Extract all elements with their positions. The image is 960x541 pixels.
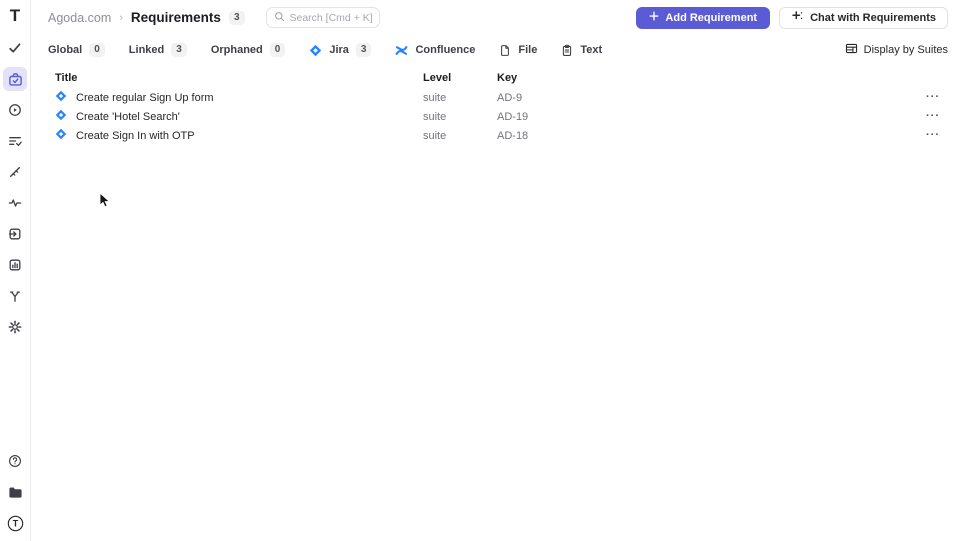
file-icon [499,44,511,57]
play-circle-icon [8,103,22,117]
plus-icon [649,11,659,24]
breadcrumb-separator: › [119,11,123,24]
sidebar-item-check[interactable] [3,36,27,60]
table-row[interactable]: Create Sign In with OTP suite AD-18 ··· [55,126,940,145]
jira-logo-icon [309,44,322,57]
row-key: AD-9 [497,91,523,104]
sidebar-item-help[interactable] [3,449,27,473]
topbar: Agoda.com › Requirements 3 Add Requireme… [31,0,960,35]
row-menu-button[interactable]: ··· [926,130,940,141]
sidebar-item-runs[interactable] [3,98,27,122]
row-menu-button[interactable]: ··· [926,92,940,103]
clipboard-icon [561,44,573,57]
ai-sparkle-icon [791,10,804,26]
import-box-icon [8,227,22,241]
column-header-title: Title [55,71,78,84]
list-check-icon [8,134,22,148]
table-header: Title Level Key [55,67,940,88]
table-row[interactable]: Create 'Hotel Search' suite AD-19 ··· [55,107,940,126]
table-layout-icon [845,42,858,58]
jira-issue-icon [55,128,67,143]
filter-orphaned-count: 0 [269,43,286,57]
sidebar-item-steps[interactable] [3,160,27,184]
search-input[interactable] [289,11,372,24]
row-key: AD-18 [497,129,529,142]
jira-issue-icon [55,90,67,105]
sidebar-item-settings[interactable] [3,315,27,339]
filter-global-count: 0 [89,43,105,57]
report-chart-icon [8,258,22,272]
filter-jira-count: 3 [355,43,372,57]
add-requirement-button[interactable]: Add Requirement [636,6,771,29]
sidebar-item-branch[interactable] [3,284,27,308]
page-title: Requirements [130,10,221,25]
row-level: suite [423,110,447,123]
check-icon [8,41,22,55]
svg-text:T: T [12,518,18,528]
search-box[interactable] [265,7,380,28]
row-level: suite [423,91,447,104]
row-key: AD-19 [497,110,529,123]
topbar-actions: Add Requirement Chat with Requirements [636,6,948,29]
requirements-table: Title Level Key Create regular Sign Up f… [31,67,960,145]
filter-file[interactable]: File [499,44,537,57]
requirements-count-badge: 3 [228,10,245,25]
help-circle-icon [8,454,22,468]
breadcrumb-project[interactable]: Agoda.com [48,11,111,25]
sidebar-item-requirements[interactable] [3,67,27,91]
steps-icon [8,165,22,179]
sidebar-nav [3,36,27,339]
display-by-suites-toggle[interactable]: Display by Suites [845,42,948,58]
row-title[interactable]: Create Sign In with OTP [76,130,195,142]
row-level: suite [423,129,447,142]
chat-with-requirements-button[interactable]: Chat with Requirements [779,6,948,29]
sidebar-item-activity[interactable] [3,191,27,215]
filter-global[interactable]: Global 0 [48,43,105,57]
search-icon [274,9,285,27]
sidebar: T T [0,0,31,541]
settings-gear-icon [8,320,22,334]
sidebar-item-reports[interactable] [3,253,27,277]
sidebar-item-list-check[interactable] [3,129,27,153]
filter-bar: Global 0 Linked 3 Orphaned 0 Jira 3 Conf… [31,38,960,62]
column-header-key: Key [497,71,518,84]
filter-confluence[interactable]: Confluence [395,44,475,57]
row-title[interactable]: Create regular Sign Up form [76,92,214,104]
user-avatar[interactable]: T [3,511,27,535]
main-content: Agoda.com › Requirements 3 Add Requireme… [31,0,960,541]
filter-text[interactable]: Text [561,44,602,57]
app-logo[interactable]: T [10,7,20,24]
filter-jira[interactable]: Jira 3 [309,43,372,57]
column-header-level: Level [423,71,452,84]
branch-icon [8,289,22,303]
sidebar-bottom: T [3,449,27,535]
folder-icon [8,485,23,500]
jira-issue-icon [55,109,67,124]
table-row[interactable]: Create regular Sign Up form suite AD-9 ·… [55,88,940,107]
row-title[interactable]: Create 'Hotel Search' [76,111,180,123]
sidebar-item-projects[interactable] [3,480,27,504]
requirements-case-icon [8,72,23,87]
avatar-t-icon: T [7,515,24,532]
filter-orphaned[interactable]: Orphaned 0 [211,43,286,57]
filter-linked-count: 3 [171,43,187,57]
activity-pulse-icon [8,196,22,210]
row-menu-button[interactable]: ··· [926,111,940,122]
confluence-logo-icon [395,44,408,57]
sidebar-item-import[interactable] [3,222,27,246]
filter-linked[interactable]: Linked 3 [129,43,187,57]
